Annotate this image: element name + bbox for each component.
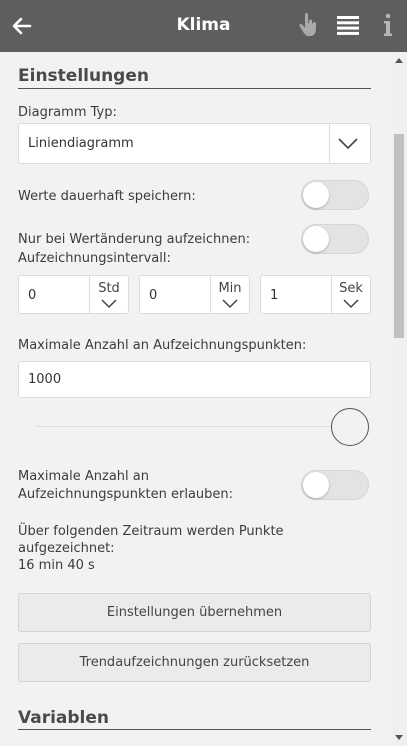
record-on-change-label: Nur bei Wertänderung aufzeichnen: <box>18 232 251 247</box>
interval-minutes-value: 0 <box>149 288 158 303</box>
apply-settings-button[interactable]: Einstellungen übernehmen <box>18 593 371 632</box>
toggle-knob <box>303 472 329 498</box>
persist-values-toggle[interactable] <box>301 180 369 210</box>
vertical-scrollbar[interactable] <box>391 52 407 746</box>
interval-minutes-unit: Min <box>218 281 242 296</box>
interval-hours-value: 0 <box>28 288 37 303</box>
allow-max-points-label-line1: Maximale Anzahl an <box>18 469 149 484</box>
scrollbar-thumb[interactable] <box>394 134 404 338</box>
timespan-value: 16 min 40 s <box>18 558 95 573</box>
interval-minutes-field[interactable]: 0 Min <box>139 275 250 314</box>
settings-section-title: Einstellungen <box>18 66 149 86</box>
reset-trends-button[interactable]: Trendaufzeichnungen zurücksetzen <box>18 643 371 682</box>
interval-hours-field[interactable]: 0 Std <box>18 275 129 314</box>
info-icon[interactable] <box>381 12 395 38</box>
max-points-label: Maximale Anzahl an Aufzeichnungspunkten: <box>18 338 307 353</box>
toggle-knob <box>303 226 329 252</box>
allow-max-points-toggle[interactable] <box>301 470 369 500</box>
list-icon[interactable] <box>337 15 359 35</box>
max-points-slider-handle[interactable] <box>331 408 369 446</box>
arrow-left-icon[interactable] <box>10 14 34 38</box>
diagram-type-select[interactable]: Liniendiagramm <box>18 123 371 164</box>
interval-hours-unit: Std <box>98 281 120 296</box>
toggle-knob <box>303 182 329 208</box>
record-on-change-toggle[interactable] <box>301 224 369 254</box>
select-divider <box>329 124 330 163</box>
interval-seconds-value: 1 <box>270 288 279 303</box>
max-points-slider-track[interactable] <box>36 426 336 427</box>
diagram-type-value: Liniendiagramm <box>28 136 134 151</box>
hand-pointer-icon[interactable] <box>297 12 319 38</box>
interval-seconds-field[interactable]: 1 Sek <box>260 275 371 314</box>
interval-label: Aufzeichnungsintervall: <box>18 251 171 266</box>
interval-seconds-unit: Sek <box>339 281 363 296</box>
scroll-down-arrow[interactable] <box>395 735 403 740</box>
chevron-down-icon[interactable] <box>101 299 117 309</box>
diagram-type-label: Diagramm Typ: <box>18 105 117 120</box>
persist-values-label: Werte dauerhaft speichern: <box>18 189 196 204</box>
chevron-down-icon[interactable] <box>222 299 238 309</box>
field-divider <box>89 276 90 313</box>
section-divider <box>18 88 371 89</box>
section-divider <box>18 729 371 730</box>
variables-section-title: Variablen <box>18 708 110 728</box>
settings-panel: Einstellungen Diagramm Typ: Liniendiagra… <box>0 52 391 746</box>
field-divider <box>210 276 211 313</box>
max-points-value: 1000 <box>28 372 62 387</box>
chevron-down-icon[interactable] <box>343 299 359 309</box>
field-divider <box>331 276 332 313</box>
timespan-label-line2: aufgezeichnet: <box>18 541 115 556</box>
allow-max-points-label-line2: Aufzeichnungspunkten erlauben: <box>18 487 234 502</box>
max-points-input[interactable]: 1000 <box>18 361 371 398</box>
timespan-label-line1: Über folgenden Zeitraum werden Punkte <box>18 524 284 539</box>
chevron-down-icon[interactable] <box>337 135 359 151</box>
scroll-up-arrow[interactable] <box>395 58 403 63</box>
app-header: Klima <box>0 0 407 52</box>
